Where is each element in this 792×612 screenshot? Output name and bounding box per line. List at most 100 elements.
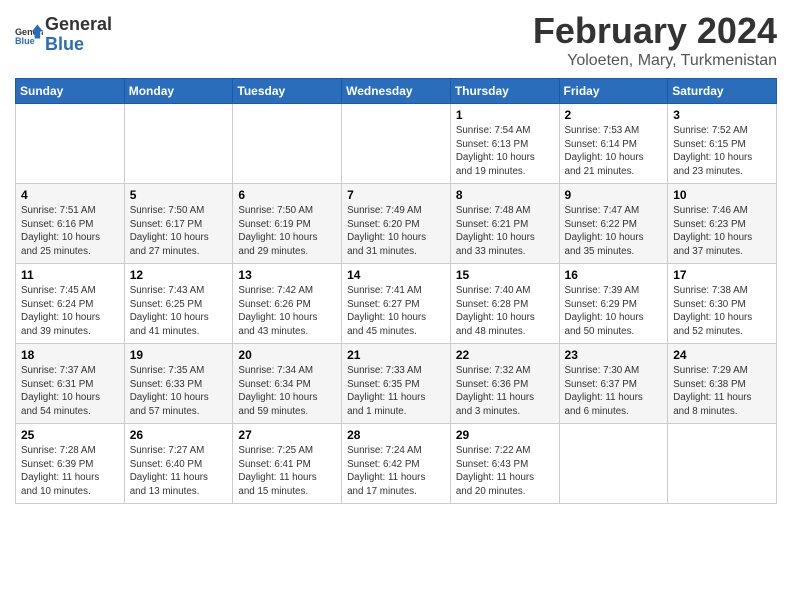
calendar-cell: 10 Sunrise: 7:46 AM Sunset: 6:23 PM Dayli…: [668, 184, 777, 264]
calendar-cell: 17Sunrise: 7:38 AM Sunset: 6:30 PM Dayli…: [668, 264, 777, 344]
calendar-cell: 7 Sunrise: 7:49 AM Sunset: 6:20 PM Daylig…: [342, 184, 451, 264]
calendar-cell: 3Sunrise: 7:52 AM Sunset: 6:15 PM Daylig…: [668, 104, 777, 184]
day-info: Sunrise: 7:50 AM Sunset: 6:17 PM Dayligh…: [130, 204, 228, 259]
calendar-cell: 28 Sunrise: 7:24 AM Sunset: 6:42 PM Dayli…: [342, 424, 451, 504]
calendar-cell: 13 Sunrise: 7:42 AM Sunset: 6:26 PM Dayli…: [233, 264, 342, 344]
day-info: Sunrise: 7:24 AM Sunset: 6:42 PM Dayligh…: [347, 444, 445, 499]
day-number: 19: [130, 348, 228, 362]
calendar-cell: 6 Sunrise: 7:50 AM Sunset: 6:19 PM Daylig…: [233, 184, 342, 264]
day-info: Sunrise: 7:46 AM Sunset: 6:23 PM Dayligh…: [673, 204, 771, 259]
svg-text:Blue: Blue: [15, 36, 35, 46]
day-number: 29: [456, 428, 554, 442]
day-info: Sunrise: 7:35 AM Sunset: 6:33 PM Dayligh…: [130, 364, 228, 419]
day-number: 8: [456, 188, 554, 202]
day-number: 22: [456, 348, 554, 362]
day-number: 18: [21, 348, 119, 362]
calendar-cell: 18 Sunrise: 7:37 AM Sunset: 6:31 PM Dayli…: [16, 344, 125, 424]
day-info: Sunrise: 7:30 AM Sunset: 6:37 PM Dayligh…: [565, 364, 663, 419]
day-info: Sunrise: 7:48 AM Sunset: 6:21 PM Dayligh…: [456, 204, 554, 259]
day-info: Sunrise: 7:47 AM Sunset: 6:22 PM Dayligh…: [565, 204, 663, 259]
calendar-cell: 12Sunrise: 7:43 AM Sunset: 6:25 PM Dayli…: [124, 264, 233, 344]
day-number: 13: [238, 268, 336, 282]
day-number: 2: [565, 108, 663, 122]
calendar-cell: 29Sunrise: 7:22 AM Sunset: 6:43 PM Dayli…: [450, 424, 559, 504]
calendar-cell: 19 Sunrise: 7:35 AM Sunset: 6:33 PM Dayli…: [124, 344, 233, 424]
day-info: Sunrise: 7:37 AM Sunset: 6:31 PM Dayligh…: [21, 364, 119, 419]
title-area: February 2024 Yoloeten, Mary, Turkmenist…: [533, 10, 777, 70]
day-info: Sunrise: 7:39 AM Sunset: 6:29 PM Dayligh…: [565, 284, 663, 339]
day-number: 11: [21, 268, 119, 282]
calendar-cell: [668, 424, 777, 504]
calendar-week-row: 25 Sunrise: 7:28 AM Sunset: 6:39 PM Dayli…: [16, 424, 777, 504]
calendar-cell: 16 Sunrise: 7:39 AM Sunset: 6:29 PM Dayli…: [559, 264, 668, 344]
logo-icon: General Blue: [15, 21, 43, 49]
header: General Blue General Blue February 2024 …: [15, 10, 777, 70]
day-info: Sunrise: 7:50 AM Sunset: 6:19 PM Dayligh…: [238, 204, 336, 259]
logo-line1: General: [45, 15, 112, 35]
weekday-header-tuesday: Tuesday: [233, 79, 342, 104]
weekday-header-row: SundayMondayTuesdayWednesdayThursdayFrid…: [16, 79, 777, 104]
day-number: 15: [456, 268, 554, 282]
day-number: 21: [347, 348, 445, 362]
calendar-cell: [233, 104, 342, 184]
weekday-header-thursday: Thursday: [450, 79, 559, 104]
calendar-week-row: 1Sunrise: 7:54 AM Sunset: 6:13 PM Daylig…: [16, 104, 777, 184]
calendar-week-row: 11 Sunrise: 7:45 AM Sunset: 6:24 PM Dayli…: [16, 264, 777, 344]
day-info: Sunrise: 7:49 AM Sunset: 6:20 PM Dayligh…: [347, 204, 445, 259]
day-number: 6: [238, 188, 336, 202]
day-number: 16: [565, 268, 663, 282]
calendar-cell: 5 Sunrise: 7:50 AM Sunset: 6:17 PM Daylig…: [124, 184, 233, 264]
day-number: 26: [130, 428, 228, 442]
day-info: Sunrise: 7:25 AM Sunset: 6:41 PM Dayligh…: [238, 444, 336, 499]
logo-line2: Blue: [45, 34, 84, 54]
day-info: Sunrise: 7:28 AM Sunset: 6:39 PM Dayligh…: [21, 444, 119, 499]
day-info: Sunrise: 7:51 AM Sunset: 6:16 PM Dayligh…: [21, 204, 119, 259]
day-number: 9: [565, 188, 663, 202]
calendar-week-row: 4 Sunrise: 7:51 AM Sunset: 6:16 PM Daylig…: [16, 184, 777, 264]
calendar-cell: 2 Sunrise: 7:53 AM Sunset: 6:14 PM Daylig…: [559, 104, 668, 184]
calendar-cell: 20 Sunrise: 7:34 AM Sunset: 6:34 PM Dayli…: [233, 344, 342, 424]
calendar-cell: 14 Sunrise: 7:41 AM Sunset: 6:27 PM Dayli…: [342, 264, 451, 344]
weekday-header-wednesday: Wednesday: [342, 79, 451, 104]
day-number: 10: [673, 188, 771, 202]
day-number: 27: [238, 428, 336, 442]
location-title: Yoloeten, Mary, Turkmenistan: [533, 52, 777, 70]
day-number: 5: [130, 188, 228, 202]
calendar-cell: [342, 104, 451, 184]
calendar-cell: 15 Sunrise: 7:40 AM Sunset: 6:28 PM Dayli…: [450, 264, 559, 344]
day-number: 20: [238, 348, 336, 362]
weekday-header-sunday: Sunday: [16, 79, 125, 104]
day-info: Sunrise: 7:54 AM Sunset: 6:13 PM Dayligh…: [456, 124, 554, 179]
day-info: Sunrise: 7:33 AM Sunset: 6:35 PM Dayligh…: [347, 364, 445, 419]
day-info: Sunrise: 7:52 AM Sunset: 6:15 PM Dayligh…: [673, 124, 771, 179]
day-info: Sunrise: 7:40 AM Sunset: 6:28 PM Dayligh…: [456, 284, 554, 339]
calendar-body: 1Sunrise: 7:54 AM Sunset: 6:13 PM Daylig…: [16, 104, 777, 504]
calendar-cell: 8 Sunrise: 7:48 AM Sunset: 6:21 PM Daylig…: [450, 184, 559, 264]
day-info: Sunrise: 7:38 AM Sunset: 6:30 PM Dayligh…: [673, 284, 771, 339]
day-number: 28: [347, 428, 445, 442]
calendar-table: SundayMondayTuesdayWednesdayThursdayFrid…: [15, 78, 777, 504]
calendar-cell: 23Sunrise: 7:30 AM Sunset: 6:37 PM Dayli…: [559, 344, 668, 424]
day-number: 14: [347, 268, 445, 282]
calendar-cell: 27 Sunrise: 7:25 AM Sunset: 6:41 PM Dayli…: [233, 424, 342, 504]
day-info: Sunrise: 7:34 AM Sunset: 6:34 PM Dayligh…: [238, 364, 336, 419]
day-info: Sunrise: 7:53 AM Sunset: 6:14 PM Dayligh…: [565, 124, 663, 179]
day-info: Sunrise: 7:41 AM Sunset: 6:27 PM Dayligh…: [347, 284, 445, 339]
calendar-cell: 21 Sunrise: 7:33 AM Sunset: 6:35 PM Dayli…: [342, 344, 451, 424]
day-number: 24: [673, 348, 771, 362]
calendar-cell: 24 Sunrise: 7:29 AM Sunset: 6:38 PM Dayli…: [668, 344, 777, 424]
calendar-cell: 26Sunrise: 7:27 AM Sunset: 6:40 PM Dayli…: [124, 424, 233, 504]
calendar-cell: 9 Sunrise: 7:47 AM Sunset: 6:22 PM Daylig…: [559, 184, 668, 264]
day-number: 25: [21, 428, 119, 442]
day-info: Sunrise: 7:45 AM Sunset: 6:24 PM Dayligh…: [21, 284, 119, 339]
day-number: 7: [347, 188, 445, 202]
calendar-cell: [559, 424, 668, 504]
calendar-cell: 11 Sunrise: 7:45 AM Sunset: 6:24 PM Dayli…: [16, 264, 125, 344]
month-title: February 2024: [533, 10, 777, 52]
calendar-cell: 1Sunrise: 7:54 AM Sunset: 6:13 PM Daylig…: [450, 104, 559, 184]
day-number: 4: [21, 188, 119, 202]
day-info: Sunrise: 7:42 AM Sunset: 6:26 PM Dayligh…: [238, 284, 336, 339]
calendar-week-row: 18 Sunrise: 7:37 AM Sunset: 6:31 PM Dayli…: [16, 344, 777, 424]
day-info: Sunrise: 7:29 AM Sunset: 6:38 PM Dayligh…: [673, 364, 771, 419]
logo-text: General Blue: [45, 15, 112, 55]
